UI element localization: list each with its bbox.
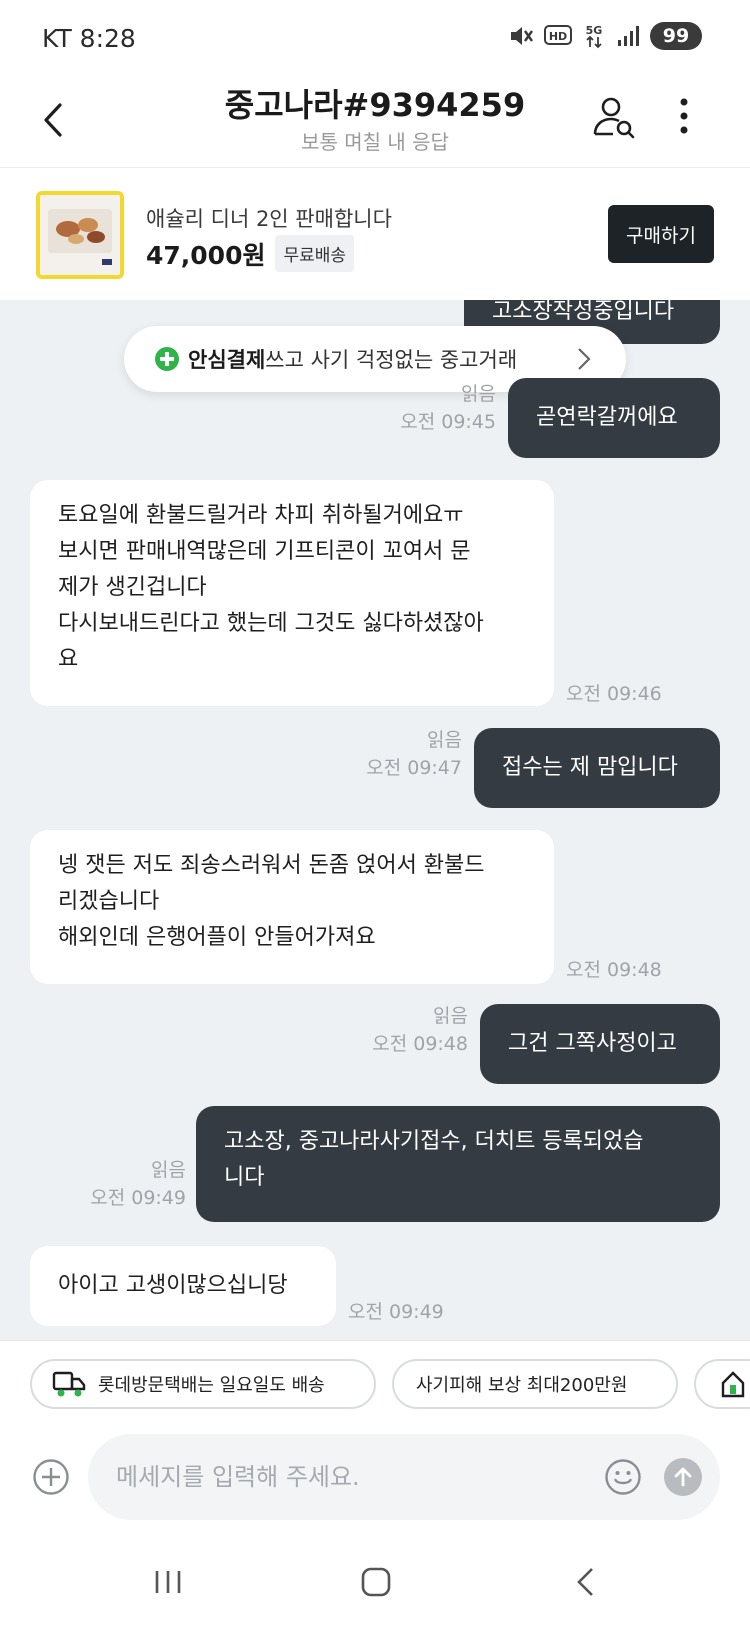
message-meta: 읽음 오전 09:47 [300,726,462,782]
message-text: 아이고 고생이많으십니당 [58,1273,288,1298]
message-time: 오전 09:48 [372,1033,468,1055]
arrow-up-icon [674,1467,692,1487]
delivery-truck-icon [52,1371,86,1397]
message-bubble-outgoing: 접수는 제 맘입니다 [474,728,720,808]
message-text: 그건 그쪽사정이고 [508,1031,677,1056]
chip-partial[interactable] [694,1359,750,1409]
product-name: 애슐리 디너 2인 판매합니다 [146,207,392,231]
signal-icon [618,26,639,46]
message-line: 보시면 판매내역많은데 기프티콘이 꼬여서 문 [58,539,471,564]
hd-icon: HD [544,25,572,45]
price-row: 47,000원 무료배송 [146,235,355,272]
banner-text: 쓰고 사기 걱정없는 중고거래 [265,348,518,372]
message-line: 고소장, 중고나라사기접수, 더치트 등록되었습 [224,1129,644,1154]
user-search-icon [593,97,635,139]
message-line: 니다 [224,1165,265,1190]
buy-button[interactable]: 구매하기 [608,205,714,263]
message-bubble-outgoing: 곧연락갈꺼에요 [508,378,720,458]
read-receipt: 읽음 [151,1159,186,1181]
system-back-button[interactable] [556,1562,616,1602]
message-meta: 읽음 오전 09:49 [40,1156,186,1212]
more-options-button[interactable] [674,94,694,140]
read-receipt: 읽음 [461,383,496,405]
free-shipping-badge: 무료배송 [275,235,355,272]
svg-text:5G: 5G [586,24,603,37]
home-lock-icon [721,1371,745,1398]
message-line: 넹 잿든 저도 죄송스러워서 돈좀 얹어서 환불드 [58,853,485,878]
message-line: 토요일에 환불드릴거라 차피 취하될거에요ㅠ [58,503,464,528]
message-bubble-outgoing: 그건 그쪽사정이고 [480,1004,720,1084]
svg-text:HD: HD [549,30,567,43]
chevron-right-icon [578,348,591,370]
attach-button[interactable] [32,1458,70,1496]
plus-circle-icon [33,1459,69,1495]
product-summary: 애슐리 디너 2인 판매합니다 47,000원 무료배송 구매하기 [0,169,750,300]
message-line: 요 [58,647,79,672]
message-bubble-incoming: 아이고 고생이많으십니당 [30,1246,336,1326]
message-text: 접수는 제 맘입니다 [502,755,678,780]
back-button[interactable] [34,92,74,142]
recent-apps-icon [155,1571,181,1593]
safe-payment-plus-icon [155,347,179,371]
quick-action-chips: 롯데방문택배는 일요일도 배송 사기피해 보상 최대200만원 [0,1340,750,1432]
home-square-icon [361,1567,391,1597]
chip-label: 사기피해 보상 최대200만원 [416,1375,628,1396]
message-time: 오전 09:49 [90,1187,186,1209]
chip-fraud-compensation[interactable]: 사기피해 보상 최대200만원 [392,1359,678,1409]
product-price: 47,000원 [146,240,266,270]
message-composer [0,1432,750,1542]
message-line: 해외인데 은행어플이 안들어가져요 [58,925,376,950]
message-time: 오전 09:45 [400,411,496,433]
chevron-left-icon [44,103,62,137]
home-button[interactable] [346,1562,406,1602]
read-receipt: 읽음 [433,1005,468,1027]
chip-lotte-delivery[interactable]: 롯데방문택배는 일요일도 배송 [30,1359,376,1409]
system-navigation-bar [0,1542,750,1625]
message-time: 오전 09:49 [348,1301,444,1323]
battery-badge: 99 [650,22,702,50]
chip-label: 롯데방문택배는 일요일도 배송 [98,1375,325,1396]
5g-icon: 5G [586,24,603,49]
chat-messages[interactable]: 고소장작성중입니다 안심결제 쓰고 사기 걱정없는 중고거래 읽음 오전 09:4… [0,300,750,1340]
user-profile-button[interactable] [592,94,638,140]
product-thumbnail[interactable] [36,191,124,279]
emoji-button[interactable] [604,1458,642,1496]
recent-apps-button[interactable] [138,1562,198,1602]
message-meta: 읽음 오전 09:45 [340,380,496,436]
product-image [40,195,120,275]
read-receipt: 읽음 [427,729,462,751]
system-back-icon [577,1568,593,1596]
send-button[interactable] [664,1458,702,1496]
chat-header: 중고나라#9394259 보통 며칠 내 응답 [0,80,750,168]
message-meta: 읽음 오전 09:48 [300,1002,468,1058]
message-time: 오전 09:48 [566,959,662,981]
more-vertical-icon [680,98,688,134]
message-line: 제가 생긴겁니다 [58,575,207,600]
smiley-icon [605,1459,641,1495]
message-line: 다시보내드린다고 했는데 그것도 싫다하셨잖아 [58,611,484,636]
status-bar: KT 8:28 HD 5G 99 [0,0,750,80]
message-time: 오전 09:46 [566,683,662,705]
mute-icon [511,27,533,45]
message-bubble-outgoing: 고소장, 중고나라사기접수, 더치트 등록되었습 니다 [196,1106,720,1222]
message-text: 고소장작성중입니다 [492,300,675,324]
message-line: 리겠습니다 [58,889,160,914]
message-time: 오전 09:47 [366,757,462,779]
message-bubble-incoming: 토요일에 환불드릴거라 차피 취하될거에요ㅠ 보시면 판매내역많은데 기프티콘이… [30,480,554,706]
carrier-time: KT 8:28 [42,24,136,53]
banner-bold-text: 안심결제 [188,348,266,372]
status-icons: HD 5G 99 [508,22,702,50]
message-bubble-incoming: 넹 잿든 저도 죄송스러워서 돈좀 얹어서 환불드 리겠습니다 해외인데 은행어… [30,830,554,984]
message-text: 곧연락갈꺼에요 [536,405,678,430]
